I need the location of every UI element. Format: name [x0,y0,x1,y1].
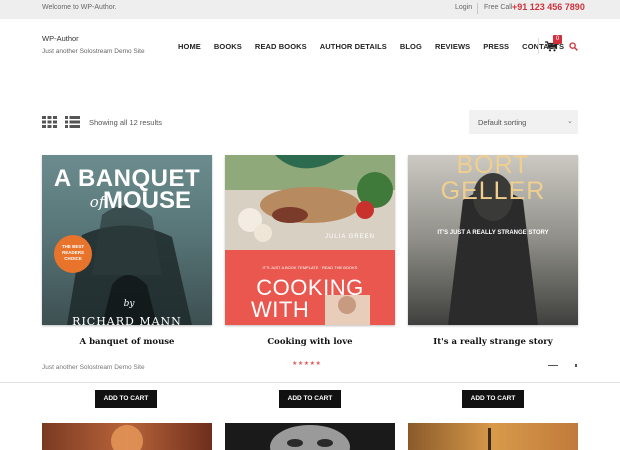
product-title-banquet[interactable]: A banquet of mouse [42,337,212,347]
topbar-divider [477,3,478,14]
cover-by: by [123,299,135,309]
product-cover-banquet[interactable]: A BANQUET of MOUSE THE BEST READERS CHOI… [42,155,212,325]
nav-read-books[interactable]: READ BOOKS [255,42,307,51]
top-bar: Welcome to WP-Author. Login Free Call +9… [0,0,620,19]
sort-selected-value: Default sorting [478,118,527,127]
badge-line: CHOICE [64,256,82,261]
thumbnail-art [111,425,143,450]
background-site-description: Just another Solostream Demo Site [42,364,145,371]
product-title-cooking[interactable]: Cooking with love [225,337,395,347]
add-to-cart-button-cooking[interactable]: ADD TO CART [279,390,341,408]
search-icon[interactable] [569,42,578,51]
nav-reviews[interactable]: REVIEWS [435,42,470,51]
nav-blog[interactable]: BLOG [400,42,422,51]
cover-subtitle: IT'S JUST A REALLY STRANGE STORY [437,230,549,236]
thumbnail-art [270,425,350,450]
product-cover-cooking[interactable]: JULIA GREEN IT'S JUST A BOOK TEMPLATE · … [225,155,395,325]
sort-select[interactable]: Default sorting ⌄ [469,110,578,134]
call-label: Free Call [484,4,513,11]
cart-count-badge: 0 [553,35,562,44]
cover-title-line3: MOUSE [102,187,191,214]
main-navigation: HOME BOOKS READ BOOKS AUTHOR DETAILS BLO… [178,42,577,51]
login-link[interactable]: Login [455,4,472,11]
product-thumbnail-next[interactable] [225,423,395,450]
nav-press[interactable]: PRESS [483,42,509,51]
add-to-cart-button-strange-story[interactable]: ADD TO CART [462,390,524,408]
nav-author-details[interactable]: AUTHOR DETAILS [320,42,387,51]
product-thumbnail-next[interactable] [42,423,212,450]
cover-author: RICHARD MANN [72,315,182,325]
cover-author-julia: JULIA GREEN [325,234,376,240]
cover-big-title2: WITH [251,297,310,322]
phone-number[interactable]: +91 123 456 7890 [512,2,585,12]
product-cover-strange-story[interactable]: BORT GELLER IT'S JUST A REALLY STRANGE S… [408,155,578,325]
nav-home[interactable]: HOME [178,42,201,51]
partial-rating-mark [548,365,558,366]
grid-view-icon[interactable] [42,116,57,128]
product-title-strange-story[interactable]: It's a really strange story [408,337,578,347]
list-view-icon[interactable] [65,116,80,128]
welcome-text: Welcome to WP-Author. [42,4,117,11]
site-description: Just another Solostream Demo Site [42,48,145,55]
nav-books[interactable]: BOOKS [214,42,242,51]
nav-divider [538,38,539,54]
rating-stars: ★★★★★ [292,361,322,367]
thumbnail-art [488,428,491,450]
result-count: Showing all 12 results [89,118,162,127]
partial-rating-mark [575,364,577,367]
site-title[interactable]: WP-Author [42,34,79,43]
readers-choice-badge: THE BEST READERS CHOICE [54,235,92,273]
product-thumbnail-next[interactable] [408,423,578,450]
cover-name-line2: GELLER [440,177,546,205]
section-divider [0,382,620,383]
add-to-cart-button-banquet[interactable]: ADD TO CART [95,390,157,408]
chevron-down-icon: ⌄ [567,118,573,125]
cover-tagline: IT'S JUST A BOOK TEMPLATE · READ THE BOO… [262,265,358,270]
